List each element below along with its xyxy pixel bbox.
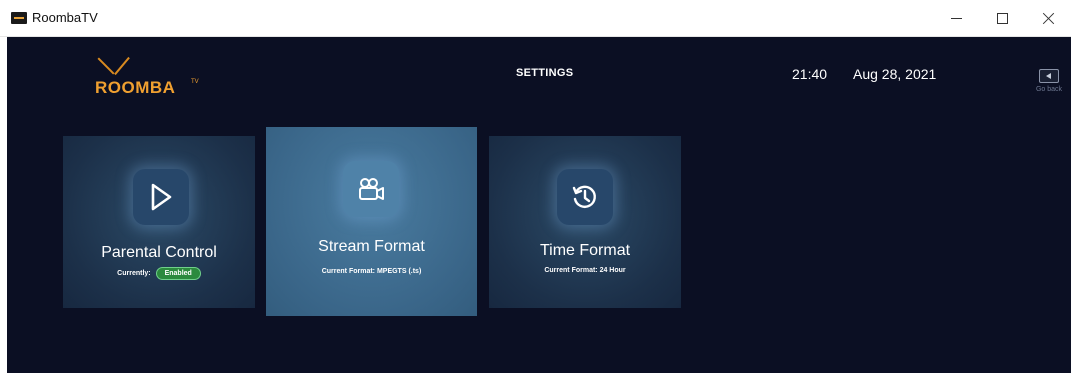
card-subtitle: Current Format: 24 Hour xyxy=(544,267,626,274)
go-back-label: Go back xyxy=(1035,86,1063,93)
window-title-bar: RoombaTV xyxy=(0,0,1071,37)
window-title: RoombaTV xyxy=(32,10,98,25)
go-back-button[interactable]: Go back xyxy=(1032,69,1066,93)
logo-superscript: TV xyxy=(191,79,199,85)
history-clock-icon xyxy=(557,169,613,225)
card-title: Stream Format xyxy=(318,238,425,255)
logo-antenna-right xyxy=(114,56,130,76)
card-subtitle: Current Format: MPEGTS (.ts) xyxy=(321,268,422,275)
minimize-icon xyxy=(950,18,962,19)
play-icon xyxy=(133,169,189,225)
time-format-card[interactable]: Time Format Current Format: 24 Hour xyxy=(489,136,681,308)
logo-text: ROOMBA xyxy=(95,78,176,97)
close-icon xyxy=(1042,12,1055,25)
maximize-icon xyxy=(996,13,1008,24)
video-camera-icon xyxy=(343,161,399,217)
roomba-tv-logo: ROOMBA TV xyxy=(95,49,215,105)
clock-time: 21:40 xyxy=(792,66,828,82)
status-prefix: Currently: xyxy=(117,270,151,277)
clock-date: Aug 28, 2021 xyxy=(853,66,937,82)
parental-control-card[interactable]: Parental Control Currently: Enabled xyxy=(63,136,255,308)
close-button[interactable] xyxy=(1025,0,1071,37)
stream-format-card[interactable]: Stream Format Current Format: MPEGTS (.t… xyxy=(266,127,477,316)
back-arrow-icon xyxy=(1039,69,1059,83)
logo-antenna-left xyxy=(97,57,115,75)
settings-screen: ROOMBA TV SETTINGS 21:40 Aug 28, 2021 Go… xyxy=(7,37,1071,373)
maximize-button[interactable] xyxy=(979,0,1025,37)
card-title: Parental Control xyxy=(101,244,217,261)
card-title: Time Format xyxy=(539,242,631,259)
page-title: SETTINGS xyxy=(516,67,574,79)
minimize-button[interactable] xyxy=(933,0,979,37)
card-status: Currently: Enabled xyxy=(63,267,255,280)
app-icon xyxy=(11,12,27,24)
status-badge: Enabled xyxy=(155,267,201,280)
